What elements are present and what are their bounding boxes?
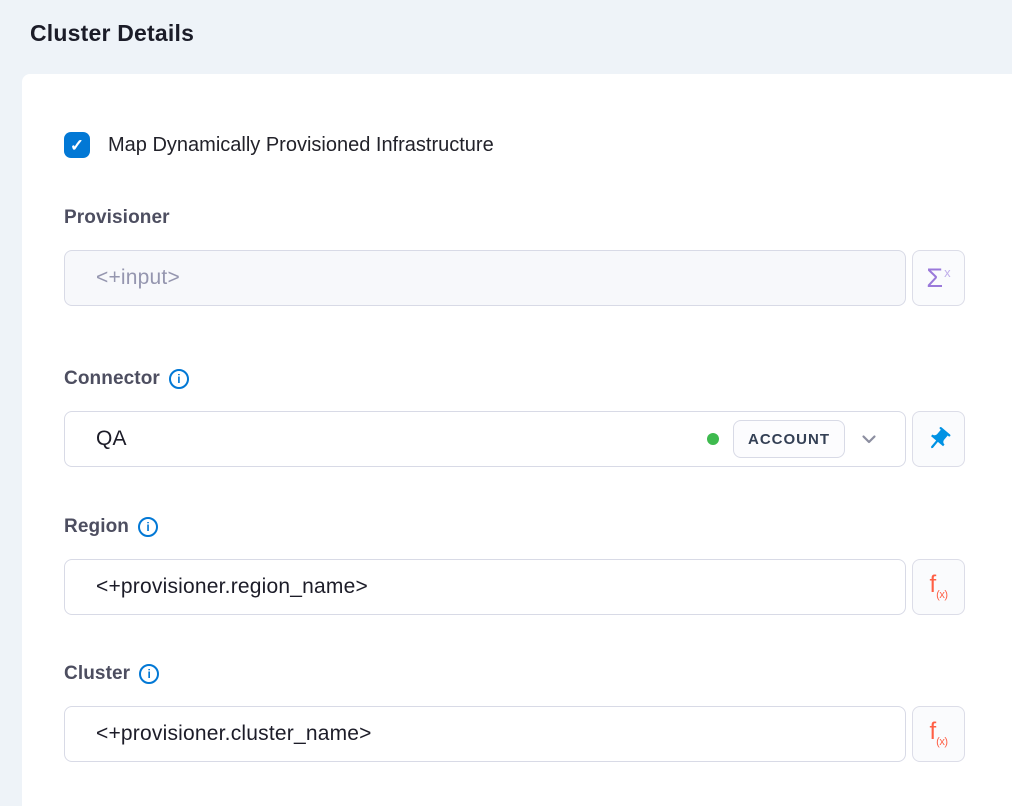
region-input-row: <+provisioner.region_name> f(x) [64, 559, 1012, 615]
connector-input[interactable]: QA ACCOUNT [64, 411, 906, 467]
page: { "title": "Cluster Details", "colors": … [0, 0, 1012, 806]
connector-scope-badge: ACCOUNT [733, 420, 845, 458]
sigma-glyph: Σ [926, 263, 943, 293]
cluster-info-icon[interactable]: i [139, 664, 159, 684]
cluster-details-panel: ✓ Map Dynamically Provisioned Infrastruc… [22, 74, 1012, 806]
expression-fx-icon: f(x) [930, 720, 948, 748]
connector-info-icon[interactable]: i [169, 369, 189, 389]
cluster-label: Cluster [64, 663, 130, 685]
map-dynamic-infra-row: ✓ Map Dynamically Provisioned Infrastruc… [64, 132, 1012, 158]
connector-label-row: Connector i [64, 368, 1012, 390]
map-dynamic-infra-checkbox[interactable]: ✓ [64, 132, 90, 158]
provisioner-label: Provisioner [64, 207, 170, 229]
region-info-icon[interactable]: i [138, 517, 158, 537]
region-input[interactable]: <+provisioner.region_name> [64, 559, 906, 615]
check-icon: ✓ [70, 137, 84, 154]
provisioner-label-row: Provisioner [64, 207, 1012, 229]
region-expression-button[interactable]: f(x) [912, 559, 965, 615]
connector-input-row: QA ACCOUNT [64, 411, 1012, 467]
region-value: <+provisioner.region_name> [96, 575, 368, 599]
region-label-row: Region i [64, 516, 1012, 538]
sigma-sup-glyph: x [944, 265, 951, 280]
info-glyph: i [177, 373, 180, 385]
info-glyph: i [148, 668, 151, 680]
connector-value: QA [96, 427, 127, 451]
fx-sub-glyph: (x) [936, 589, 947, 601]
map-dynamic-infra-label: Map Dynamically Provisioned Infrastructu… [108, 134, 494, 157]
provisioner-input-type-button[interactable]: Σx [912, 250, 965, 306]
page-title: Cluster Details [30, 20, 194, 47]
connector-pin-button[interactable] [912, 411, 965, 467]
provisioner-input-row: <+input> Σx [64, 250, 1012, 306]
connector-status-dot [707, 433, 719, 445]
fx-sub-glyph: (x) [936, 736, 947, 748]
cluster-label-row: Cluster i [64, 663, 1012, 685]
connector-input-right: ACCOUNT [707, 420, 881, 458]
pin-icon [925, 426, 952, 453]
chevron-down-icon[interactable] [857, 427, 881, 451]
runtime-input-icon: Σx [926, 265, 950, 292]
cluster-input-row: <+provisioner.cluster_name> f(x) [64, 706, 1012, 762]
region-label: Region [64, 516, 129, 538]
expression-fx-icon: f(x) [930, 573, 948, 601]
connector-label: Connector [64, 368, 160, 390]
cluster-expression-button[interactable]: f(x) [912, 706, 965, 762]
provisioner-value: <+input> [96, 266, 180, 290]
provisioner-input[interactable]: <+input> [64, 250, 906, 306]
cluster-value: <+provisioner.cluster_name> [96, 722, 372, 746]
info-glyph: i [146, 521, 149, 533]
cluster-input[interactable]: <+provisioner.cluster_name> [64, 706, 906, 762]
